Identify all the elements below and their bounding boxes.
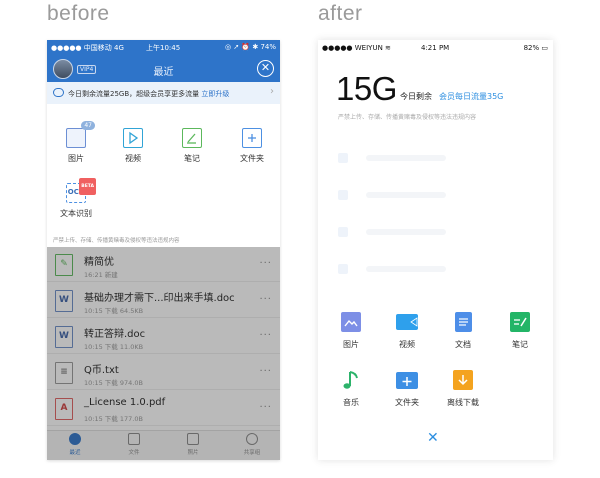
menu-item-label: 图片 <box>343 340 359 349</box>
grid-item-label: 图片 <box>68 154 84 163</box>
status-battery: 82% ▭ <box>523 44 548 52</box>
status-carrier: ●●●●● 中国移动 4G <box>51 44 124 52</box>
grid-item-folder[interactable]: 文件夹 <box>232 128 272 164</box>
ocr-icon: OCR BETA <box>66 178 96 203</box>
after-phone-screen: ●●●●● WEIYUN ≋ 4:21 PM 82% ▭ 15G 今日剩余 会员… <box>318 40 553 460</box>
grid-item-label: 文本识别 <box>60 209 92 218</box>
cloud-icon <box>53 88 64 97</box>
folder-add-icon <box>396 372 418 389</box>
faded-background-row <box>338 264 518 274</box>
grid-item-label: 笔记 <box>184 154 200 163</box>
grid-item-label: 文件夹 <box>240 154 264 163</box>
menu-item-label: 音乐 <box>343 398 359 407</box>
traffic-promo-banner[interactable]: 今日剩余流量25GB，超级会员享更多流量 立即升级 › <box>47 82 280 104</box>
after-label: after <box>318 2 363 25</box>
menu-item-pictures[interactable]: 图片 <box>331 312 371 350</box>
note-icon <box>182 128 202 148</box>
promo-text: 今日剩余流量25GB，超级会员享更多流量 <box>68 90 200 98</box>
grid-item-notes[interactable]: 笔记 <box>172 128 212 164</box>
before-label: before <box>47 2 110 25</box>
menu-item-offline-download[interactable]: 离线下载 <box>443 370 483 408</box>
picture-count-badge: 47 <box>81 121 95 130</box>
close-icon[interactable]: ✕ <box>427 430 439 446</box>
document-icon <box>454 312 472 332</box>
status-time: 4:21 PM <box>421 44 450 52</box>
status-bar: ●●●●● WEIYUN ≋ 4:21 PM 82% ▭ <box>318 40 553 54</box>
faded-background-row <box>338 190 518 200</box>
notice-text: 严禁上传、存储、传播黄赌毒及侵权等违法违规内容 <box>53 238 180 244</box>
grid-item-video[interactable]: 视频 <box>113 128 153 164</box>
grid-item-label: 视频 <box>125 154 141 163</box>
before-phone-screen: ●●●●● 中国移动 4G 上午10:45 ◎ ➚ ⏰ ✱ 74% VIP4 最… <box>47 40 280 460</box>
music-note-icon <box>341 370 361 390</box>
faded-background-row <box>338 153 518 163</box>
menu-item-label: 视频 <box>399 340 415 349</box>
folder-add-icon <box>242 128 262 148</box>
status-carrier: ●●●●● WEIYUN ≋ <box>322 44 391 52</box>
remaining-traffic-value: 15G <box>336 70 397 107</box>
chevron-right-icon: › <box>270 86 274 97</box>
note-icon <box>510 312 530 332</box>
menu-item-label: 离线下载 <box>447 398 479 407</box>
notice-text: 严禁上传、存储、传播黄赌毒及侵权等违法违规内容 <box>338 114 477 121</box>
dim-overlay[interactable] <box>47 247 280 460</box>
picture-icon <box>341 312 361 332</box>
close-icon[interactable]: ✕ <box>257 60 274 77</box>
video-icon <box>123 128 143 148</box>
menu-item-documents[interactable]: 文档 <box>443 312 483 350</box>
menu-item-label: 笔记 <box>512 340 528 349</box>
page-title: 最近 <box>153 67 174 78</box>
status-bar: ●●●●● 中国移动 4G 上午10:45 ◎ ➚ ⏰ ✱ 74% <box>47 40 280 56</box>
grid-item-pictures[interactable]: 47 图片 <box>56 121 96 164</box>
status-time: 上午10:45 <box>146 44 181 52</box>
menu-item-folder[interactable]: 文件夹 <box>387 370 427 408</box>
menu-item-video[interactable]: 视频 <box>387 312 427 350</box>
menu-item-label: 文档 <box>455 340 471 349</box>
menu-item-label: 文件夹 <box>395 398 419 407</box>
member-traffic-link[interactable]: 会员每日流量35G <box>439 91 503 102</box>
download-icon <box>453 370 473 390</box>
grid-item-ocr[interactable]: OCR BETA 文本识别 <box>56 178 96 219</box>
remaining-label: 今日剩余 <box>400 92 432 101</box>
picture-icon: 47 <box>66 121 95 148</box>
status-battery: ◎ ➚ ⏰ ✱ 74% <box>224 43 276 51</box>
app-header: VIP4 最近 ✕ <box>47 56 280 82</box>
menu-item-notes[interactable]: 笔记 <box>500 312 540 350</box>
menu-item-music[interactable]: 音乐 <box>331 370 371 408</box>
video-camera-icon <box>396 314 418 330</box>
upgrade-link[interactable]: 立即升级 <box>201 90 229 98</box>
faded-background-row <box>338 227 518 237</box>
beta-badge: BETA <box>79 178 96 195</box>
